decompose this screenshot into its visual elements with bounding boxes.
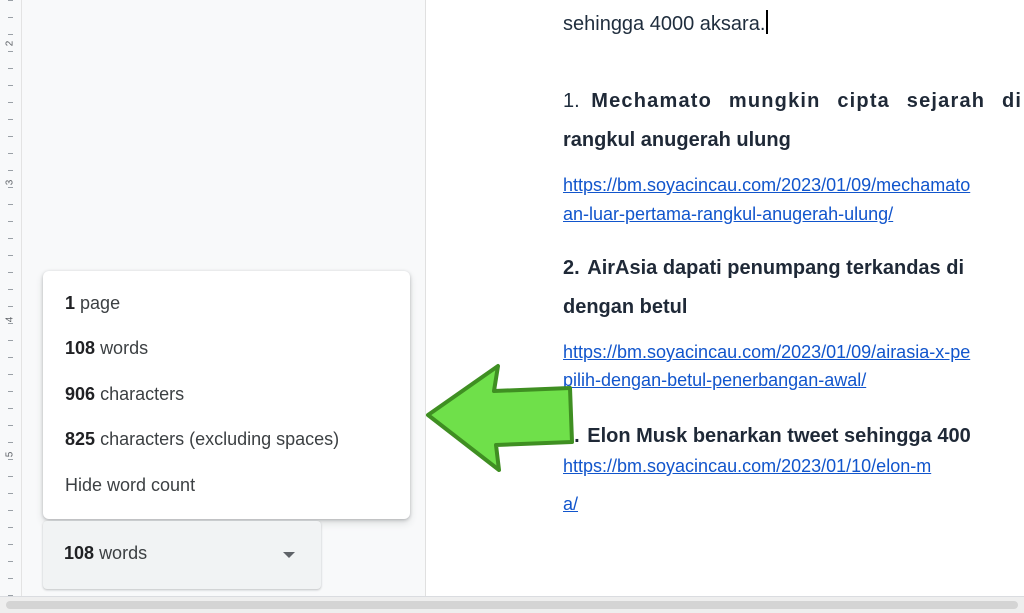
ruler-tick [8,136,13,137]
item-3-link[interactable]: https://bm.soyacincau.com/2023/01/10/elo… [563,456,931,477]
ruler-tick [8,0,13,1]
left-arrow-icon [426,364,574,472]
ruler-tick [8,306,13,307]
item-3-title: 3. Elon Musk benarkan tweet sehingga 400 [563,425,971,447]
ruler-tick [8,578,13,579]
ruler-tick [8,391,13,392]
vertical-ruler[interactable]: 2 3 4 5 [0,0,22,596]
ruler-tick [8,255,13,256]
ruler-label: 3 [4,179,16,186]
ruler-tick [8,51,13,52]
ruler-tick [8,102,13,103]
word-count-button-label: 108 words [64,543,148,563]
ruler-tick [8,374,13,375]
ruler-tick [8,85,13,86]
character-nospace-count-row: 825 characters (excluding spaces) [65,429,340,449]
ruler-tick [8,527,13,528]
horizontal-scrollbar[interactable] [0,596,1024,613]
word-count-button[interactable]: 108 words [43,521,321,589]
ruler-tick [8,221,13,222]
ruler-tick [8,544,13,545]
ruler-tick [8,170,13,171]
ruler-tick [8,408,13,409]
arrow-shape [426,364,574,472]
ruler-label: 5 [4,451,16,458]
item-2-link[interactable]: https://bm.soyacincau.com/2023/01/09/air… [563,342,970,363]
ruler-label: 4 [4,316,16,323]
ruler-label: 2 [4,40,16,47]
ruler-tick [8,561,13,562]
ruler-tick [8,425,13,426]
item-1-title: 1. Mechamato mungkin cipta sejarah di [563,90,1023,112]
hide-word-count-button[interactable]: Hide word count [65,475,195,496]
text-cursor [766,10,769,34]
item-2-title-cont: dengan betul [563,296,688,318]
ruler-tick [8,204,13,205]
word-count-popup: 1 page 108 words 906 characters 825 char… [43,271,410,519]
item-1-title-cont: rangkul anugerah ulung [563,129,791,151]
item-1-link[interactable]: https://bm.soyacincau.com/2023/01/09/mec… [563,175,970,196]
item-3-link-cont[interactable]: a/ [563,494,578,515]
ruler-tick [8,34,13,35]
ruler-tick [8,153,13,154]
ruler-tick [8,17,13,18]
ruler-tick [8,357,13,358]
page-count-row: 1 page [65,293,121,313]
character-count-row: 906 characters [65,384,185,404]
ruler-tick [8,238,13,239]
ruler-tick [8,476,13,477]
item-2-link-cont[interactable]: pilih-dengan-betul-penerbangan-awal/ [563,370,866,391]
ruler-tick [8,493,13,494]
item-1-link-cont[interactable]: an-luar-pertama-rangkul-anugerah-ulung/ [563,204,893,225]
ruler-tick [8,289,13,290]
scrollbar-thumb[interactable] [6,601,1018,609]
ruler-tick [8,340,13,341]
ruler-tick [8,442,13,443]
intro-line: sehingga 4000 aksara. [563,10,769,36]
ruler-tick [8,119,13,120]
ruler-tick [8,68,13,69]
chevron-down-icon [283,552,295,558]
ruler-tick [8,272,13,273]
item-2-title: 2. AirAsia dapati penumpang terkandas di [563,257,964,279]
word-count-row: 108 words [65,338,149,358]
ruler-tick [8,510,13,511]
document-page[interactable]: sehingga 4000 aksara. 1. Mechamato mungk… [425,0,1024,596]
